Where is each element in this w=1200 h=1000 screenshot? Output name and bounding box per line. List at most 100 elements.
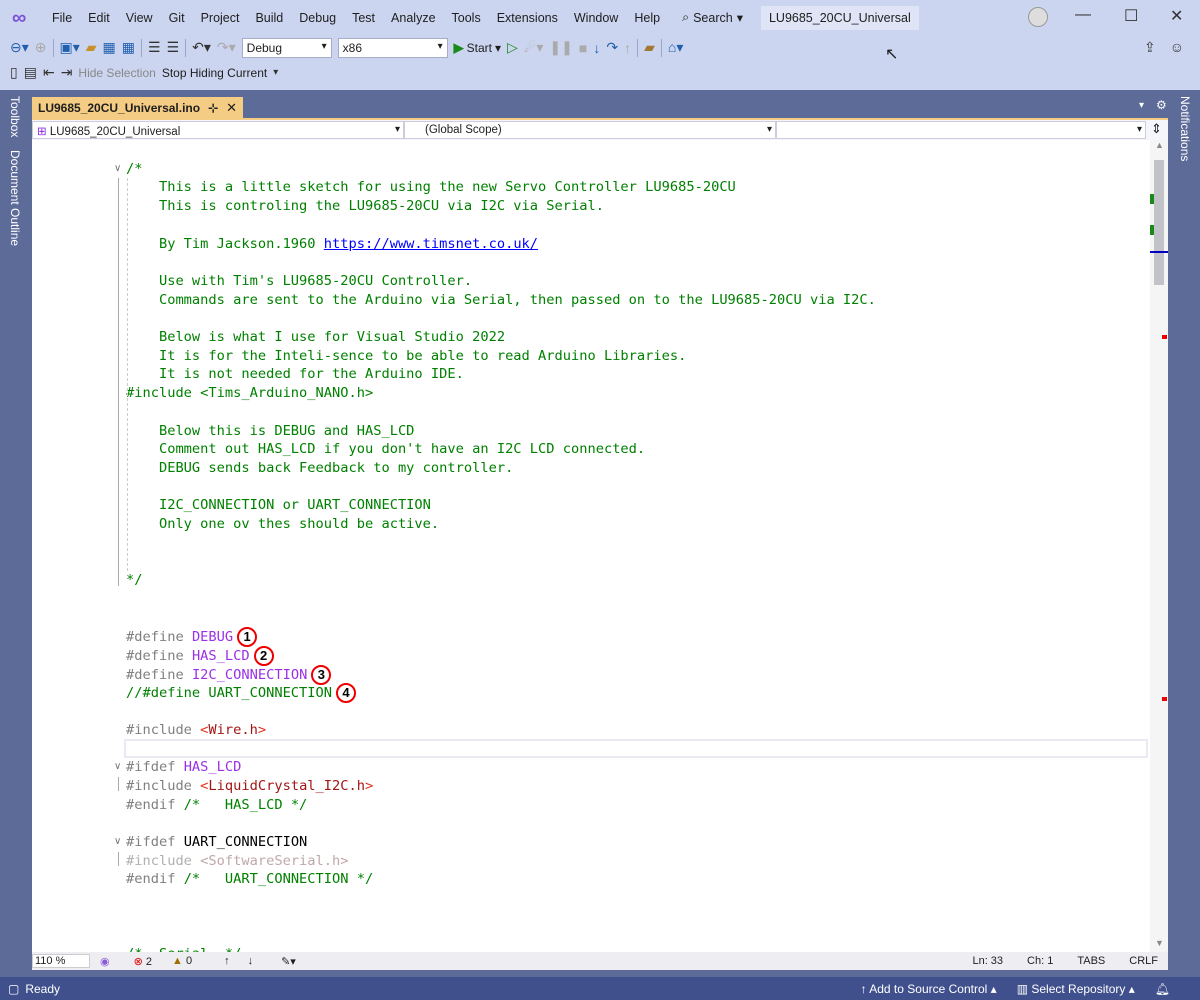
configuration-dropdown[interactable]: Debug (241, 37, 332, 58)
save-all-icon[interactable]: ▦ (122, 39, 135, 56)
code-line[interactable]: /* Serial */ (126, 945, 241, 952)
member-dropdown[interactable] (776, 121, 1146, 139)
add-to-source-control-button[interactable]: ↑ Add to Source Control ▴ (861, 982, 997, 996)
live-share-icon[interactable]: ⇪ (1144, 39, 1156, 56)
menu-analyze[interactable]: Analyze (383, 11, 443, 25)
window-layout-icon[interactable]: ⌂▾ (668, 39, 683, 56)
stop-icon[interactable]: ■ (579, 40, 587, 56)
indentation-indicator[interactable]: TABS (1077, 955, 1105, 967)
maximize-button[interactable]: ☐ (1124, 6, 1138, 26)
scope-dropdown[interactable]: (Global Scope) (404, 121, 776, 139)
code-line[interactable]: Below is what I use for Visual Studio 20… (126, 328, 505, 347)
column-indicator[interactable]: Ch: 1 (1027, 955, 1053, 967)
document-icon[interactable]: ▯ (10, 64, 18, 81)
outdent-icon[interactable]: ⇤ (43, 64, 55, 81)
menu-test[interactable]: Test (344, 11, 383, 25)
open-folder-icon[interactable]: ▰ (86, 39, 97, 56)
code-line[interactable]: Use with Tim's LU9685-20CU Controller. (126, 272, 472, 291)
redo-icon[interactable]: ↷▾ (217, 39, 236, 56)
intellicode-icon[interactable]: ◉ (100, 955, 110, 968)
notifications-bell-icon[interactable]: 🔔︎ (1155, 982, 1170, 996)
line-indicator[interactable]: Ln: 33 (972, 955, 1003, 967)
code-line[interactable]: #ifdef HAS_LCD (126, 758, 241, 777)
code-editor[interactable]: 12 /* 3 This is a little sketch for using … (32, 140, 1168, 952)
code-line[interactable]: #include <LiquidCrystal_I2C.h> (126, 777, 373, 796)
vertical-scrollbar[interactable]: ▲ ▼ (1150, 140, 1168, 952)
select-repository-button[interactable]: ▥ Select Repository ▴ (1017, 982, 1135, 996)
code-line[interactable]: It is not needed for the Arduino IDE. (126, 365, 464, 384)
toolbar-overflow-icon[interactable]: ▾ (273, 67, 278, 78)
start-button[interactable]: ▶ Start ▾ (454, 40, 501, 56)
code-line[interactable]: This is a little sketch for using the ne… (126, 178, 736, 197)
code-line[interactable]: #endif /* UART_CONNECTION */ (126, 870, 373, 889)
line-ending-indicator[interactable]: CRLF (1129, 955, 1158, 967)
menu-help[interactable]: Help (626, 11, 668, 25)
zoom-dropdown[interactable]: 110 % (32, 954, 90, 968)
code-line[interactable]: */ (126, 571, 142, 590)
navigate-forward-icon[interactable]: ⊕ (35, 39, 47, 56)
search-button[interactable]: ⌕ Search ▾ (682, 10, 743, 25)
avatar[interactable] (1028, 7, 1048, 27)
start-without-debugging-icon[interactable]: ▷ (507, 39, 518, 56)
code-line[interactable]: #ifdef UART_CONNECTION (126, 833, 307, 852)
code-line[interactable]: #include <Wire.h> (126, 721, 266, 740)
code-line[interactable]: #endif /* HAS_LCD */ (126, 796, 307, 815)
gear-icon[interactable]: ⚙ (1156, 98, 1167, 112)
pause-icon[interactable]: ❚❚ (549, 39, 572, 56)
notifications-tab[interactable]: Notifications (1178, 96, 1192, 161)
menu-edit[interactable]: Edit (80, 11, 118, 25)
document-list-icon[interactable]: ▤ (24, 64, 37, 81)
code-line[interactable]: #define I2C_CONNECTION 3 (126, 664, 332, 685)
code-link[interactable]: https://www.timsnet.co.uk/ (324, 236, 538, 252)
next-issue-icon[interactable]: ↓ (248, 955, 254, 967)
find-in-files-icon[interactable]: ▰ (644, 39, 655, 56)
code-line[interactable]: #include <SoftwareSerial.h> (126, 852, 349, 871)
code-line[interactable]: #define DEBUG 1 (126, 627, 258, 648)
fold-toggle-icon[interactable]: ∨ (114, 761, 121, 772)
menu-file[interactable]: File (44, 11, 80, 25)
document-outline-tab[interactable]: Document Outline (8, 150, 22, 246)
code-line[interactable]: It is for the Inteli-sence to be able to… (126, 347, 686, 366)
code-line[interactable]: /* (126, 160, 142, 179)
scrollbar-thumb[interactable] (1154, 160, 1164, 285)
code-cleanup-icon[interactable]: ✎▾ (281, 955, 296, 968)
hide-selection-button[interactable]: Hide Selection (78, 66, 155, 80)
code-line[interactable]: Commands are sent to the Arduino via Ser… (126, 291, 876, 310)
minimize-button[interactable]: — (1075, 6, 1091, 24)
save-icon[interactable]: ▦ (103, 39, 116, 56)
warnings-indicator[interactable]: ▲ 0 (172, 955, 192, 967)
project-dropdown[interactable]: ⊞ LU9685_20CU_Universal (32, 121, 404, 139)
code-line[interactable]: Comment out HAS_LCD if you don't have an… (126, 440, 645, 459)
close-icon[interactable]: ✕ (226, 100, 237, 116)
menu-build[interactable]: Build (247, 11, 291, 25)
code-line[interactable]: Below this is DEBUG and HAS_LCD (126, 422, 414, 441)
code-line[interactable]: This is controling the LU9685-20CU via I… (126, 197, 604, 216)
stop-hiding-current-button[interactable]: Stop Hiding Current (162, 66, 267, 80)
uncomment-icon[interactable]: ☰ (167, 39, 180, 56)
toolbox-tab[interactable]: Toolbox (8, 96, 22, 137)
code-line[interactable]: DEBUG sends back Feedback to my controll… (126, 459, 513, 478)
menu-debug[interactable]: Debug (291, 11, 344, 25)
comment-icon[interactable]: ☰ (148, 39, 161, 56)
tab-file[interactable]: LU9685_20CU_Universal.ino ⊹ ✕ (32, 97, 244, 119)
scroll-down-icon[interactable]: ▼ (1155, 938, 1164, 948)
scroll-up-icon[interactable]: ▲ (1155, 140, 1164, 150)
code-line[interactable]: //#define UART_CONNECTION 4 (126, 683, 357, 704)
undo-icon[interactable]: ↶▾ (192, 39, 211, 56)
code-line[interactable]: I2C_CONNECTION or UART_CONNECTION (126, 496, 431, 515)
menu-extensions[interactable]: Extensions (489, 11, 566, 25)
navigate-back-icon[interactable]: ⊖▾ (10, 39, 29, 56)
step-out-icon[interactable]: ↑ (624, 40, 631, 56)
menu-window[interactable]: Window (566, 11, 626, 25)
platform-dropdown[interactable]: x86 (337, 37, 448, 58)
new-project-icon[interactable]: ▣▾ (60, 39, 80, 56)
previous-issue-icon[interactable]: ↑ (224, 955, 230, 967)
tab-list-dropdown-icon[interactable]: ▾ (1139, 100, 1144, 111)
code-line[interactable]: By Tim Jackson.1960 https://www.timsnet.… (126, 235, 538, 254)
close-window-button[interactable]: ✕ (1170, 6, 1183, 26)
code-line[interactable]: #include <Tims_Arduino_NANO.h> (126, 384, 373, 403)
menu-project[interactable]: Project (193, 11, 248, 25)
code-line[interactable]: Only one ov thes should be active. (126, 515, 439, 534)
menu-view[interactable]: View (118, 11, 161, 25)
menu-git[interactable]: Git (161, 11, 193, 25)
